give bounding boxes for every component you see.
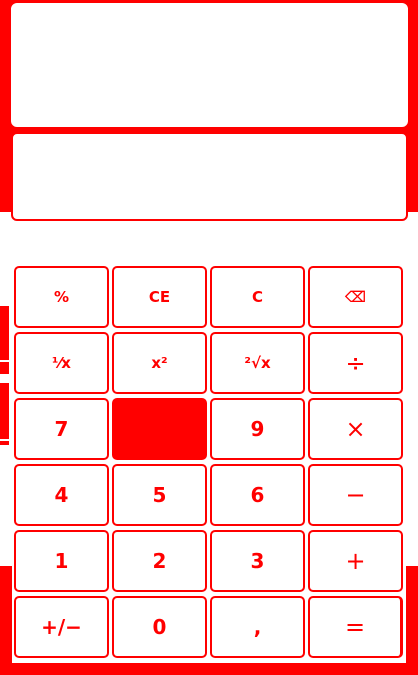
square-button[interactable]: x² (112, 332, 207, 394)
divide-button[interactable]: ÷ (308, 332, 403, 394)
left-border (0, 566, 12, 675)
clear-button[interactable]: C (210, 266, 305, 328)
equals-button[interactable]: = (308, 596, 403, 658)
bottom-border (0, 663, 418, 675)
keypad: % CE C ⌫ ⅟x x² ²√x ÷ 7 9 × 4 5 6− 1 2 3 + +/− 0, = (14, 266, 404, 658)
multiply-button[interactable]: × (308, 398, 403, 460)
digit-6-button[interactable]: 6 (210, 464, 305, 526)
digit-9-button[interactable]: 9 (210, 398, 305, 460)
left-edge-mark (0, 383, 9, 439)
right-border (406, 566, 418, 675)
digit-3-button[interactable]: 3 (210, 530, 305, 592)
left-edge-mark (0, 306, 9, 360)
negate-button[interactable]: +/− (14, 596, 109, 658)
digit-4-button[interactable]: 4 (14, 464, 109, 526)
reciprocal-button[interactable]: ⅟x (14, 332, 109, 394)
add-button[interactable]: + (308, 530, 403, 592)
digit-1-button[interactable]: 1 (14, 530, 109, 592)
clear-entry-button[interactable]: CE (112, 266, 207, 328)
subtract-button[interactable]: − (308, 464, 403, 526)
digit-2-button[interactable]: 2 (112, 530, 207, 592)
square-root-button[interactable]: ²√x (210, 332, 305, 394)
digit-7-button[interactable]: 7 (14, 398, 109, 460)
digit-5-button[interactable]: 5 (112, 464, 207, 526)
left-edge-mark (0, 441, 9, 445)
digit-8-button[interactable] (112, 398, 207, 460)
digit-0-button[interactable]: 0 (112, 596, 207, 658)
decimal-button[interactable]: , (210, 596, 305, 658)
left-edge-mark (0, 362, 9, 374)
backspace-button[interactable]: ⌫ (308, 266, 403, 328)
header-panel (9, 1, 410, 129)
percent-button[interactable]: % (14, 266, 109, 328)
result-display (11, 132, 408, 221)
